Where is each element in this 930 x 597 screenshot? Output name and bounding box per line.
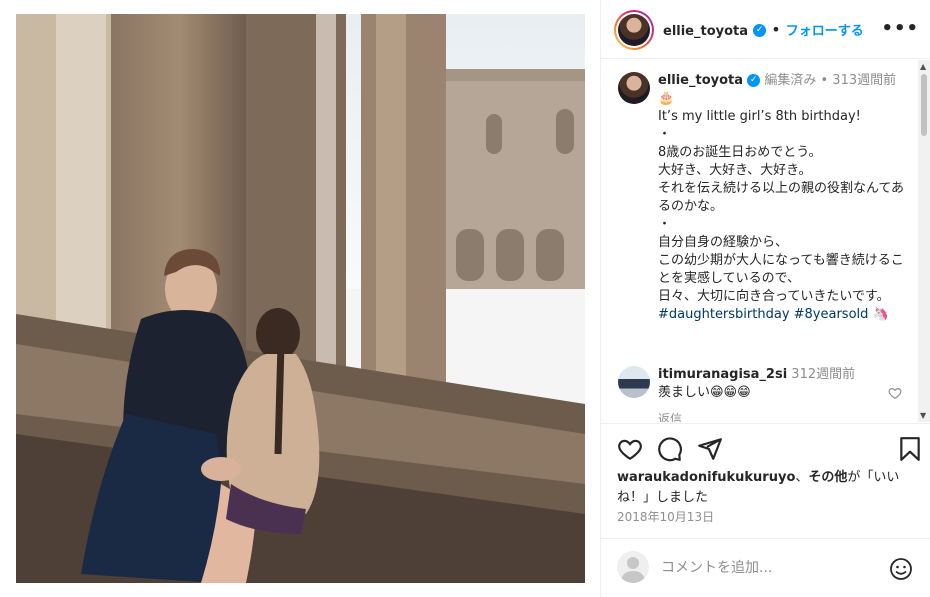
caption-line: ・	[658, 217, 672, 232]
add-comment-bar	[601, 538, 930, 597]
share-icon[interactable]	[697, 436, 723, 462]
scroll-up-icon[interactable]: ▲	[920, 62, 926, 71]
unicorn-emoji: 🦄	[872, 307, 889, 322]
comments-scroll-area[interactable]: ellie_toyota ✓ 編集済み • 313週間前 🎂 It’s my l…	[601, 60, 919, 422]
caption-line: 自分自身の経験から、	[658, 235, 789, 250]
caption-separator: •	[820, 73, 829, 88]
comment-icon[interactable]	[657, 436, 683, 462]
caption-line: この幼少期が大人になっても響き続けることを実感しているので、	[658, 253, 904, 286]
header-separator: •	[771, 20, 781, 39]
caption-edited: 編集済み	[764, 73, 817, 88]
bookmark-icon[interactable]	[897, 436, 923, 462]
reply-button[interactable]: 返信	[658, 410, 682, 422]
photo-column	[0, 0, 600, 597]
emoji-icon[interactable]	[889, 557, 913, 581]
post-date[interactable]: 2018年10月13日	[617, 508, 714, 525]
comment: itimuranagisa_2si 312週間前 羨ましい😁😁😁	[658, 366, 888, 402]
caption-line: It’s my little girl’s 8th birthday!	[658, 109, 861, 124]
caption: ellie_toyota ✓ 編集済み • 313週間前 🎂 It’s my l…	[658, 72, 908, 324]
caption-hashtags-line: #daughtersbirthday #8yearsold 🦄	[658, 306, 908, 324]
verified-icon: ✓	[747, 74, 761, 87]
header-line: ellie_toyota ✓ • フォローする	[663, 20, 864, 39]
more-icon[interactable]: •••	[881, 18, 919, 39]
comment-header: itimuranagisa_2si 312週間前	[658, 366, 888, 384]
avatar-border	[616, 12, 652, 48]
caption-avatar[interactable]	[618, 72, 650, 104]
commenter-username[interactable]: itimuranagisa_2si	[658, 367, 787, 382]
post-photo-image	[16, 14, 585, 583]
cake-emoji: 🎂	[658, 91, 675, 106]
caption-line: ・	[658, 127, 672, 142]
caption-line: 日々、大切に向き合っていきたいです。	[658, 289, 890, 304]
author-avatar[interactable]	[614, 10, 654, 50]
post-photo[interactable]	[16, 14, 585, 583]
comment-like-icon[interactable]	[888, 386, 902, 400]
caption-age[interactable]: 313週間前	[832, 73, 896, 88]
current-user-avatar	[617, 551, 649, 583]
liker-username[interactable]: waraukadonifukukuruyo	[617, 470, 795, 485]
scrollbar[interactable]: ▲ ▼	[918, 60, 930, 422]
scrollbar-thumb[interactable]	[921, 74, 927, 136]
default-user-icon	[621, 557, 645, 583]
avatar-image	[618, 14, 650, 46]
follow-button[interactable]: フォローする	[786, 24, 864, 39]
likes-mid: 、	[795, 470, 809, 485]
likes-summary: waraukadonifukukuruyo、その他が「いいね！」しました	[617, 468, 917, 508]
likes-others-link[interactable]: その他	[808, 470, 847, 485]
caption-username[interactable]: ellie_toyota	[658, 73, 743, 88]
heart-icon[interactable]	[617, 436, 643, 462]
commenter-avatar[interactable]	[618, 366, 650, 398]
caption-line: 大好き、大好き、大好き。	[658, 163, 812, 178]
author-username[interactable]: ellie_toyota	[663, 24, 748, 39]
comment-input[interactable]	[661, 557, 881, 579]
instagram-post-modal: ellie_toyota ✓ • フォローする ••• ellie_toyota…	[0, 0, 930, 597]
post-header: ellie_toyota ✓ • フォローする •••	[601, 0, 930, 59]
caption-line: それを伝え続ける以上の親の役割なんてあるのかな。	[658, 181, 904, 214]
caption-hashtags[interactable]: #daughtersbirthday #8yearsold	[658, 307, 868, 322]
verified-icon: ✓	[753, 24, 767, 37]
caption-line: 8歳のお誕生日おめでとう。	[658, 145, 822, 160]
caption-header: ellie_toyota ✓ 編集済み • 313週間前	[658, 72, 908, 90]
comment-age[interactable]: 312週間前	[791, 367, 855, 382]
scroll-down-icon[interactable]: ▼	[920, 411, 926, 420]
post-sidebar: ellie_toyota ✓ • フォローする ••• ellie_toyota…	[600, 0, 930, 597]
comment-text: 羨ましい😁😁😁	[658, 385, 751, 400]
